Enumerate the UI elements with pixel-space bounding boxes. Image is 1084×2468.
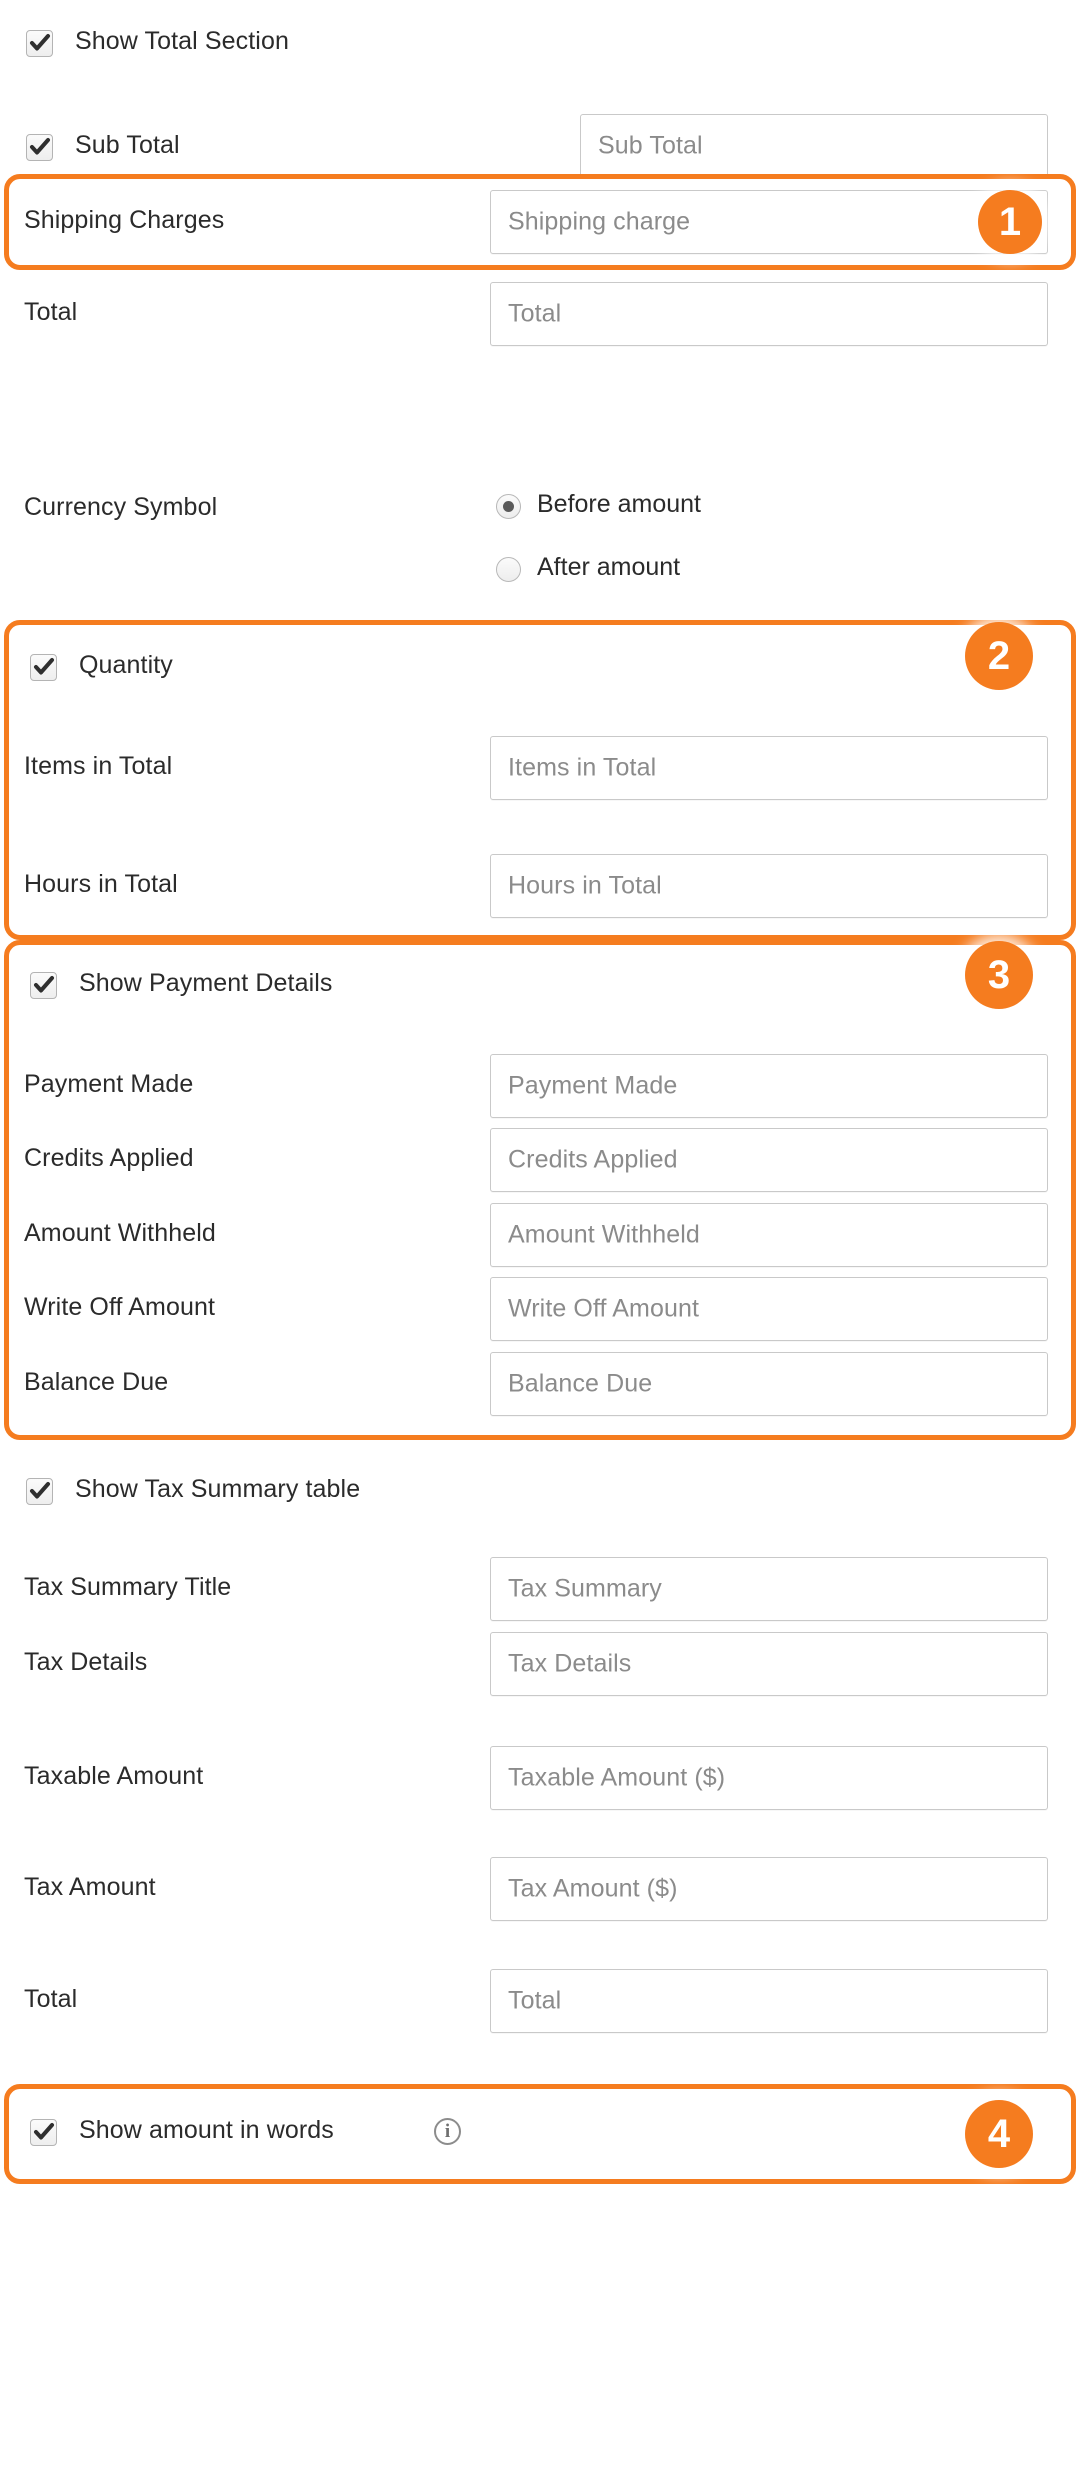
input-total-placeholder: Total [508,299,562,328]
check-icon [34,976,54,993]
input-hours-in-total-placeholder: Hours in Total [508,871,662,900]
input-amount-withheld[interactable]: Amount Withheld [490,1203,1048,1267]
input-shipping-charges[interactable]: Shipping charge [490,190,1048,254]
label-tax-summary-total: Total [24,1985,78,2013]
input-tax-amount[interactable]: Tax Amount ($) [490,1857,1048,1921]
annotation-badge-2: 2 [965,622,1033,690]
checkbox-show-total-section[interactable] [26,30,53,57]
input-tax-summary-title[interactable]: Tax Summary [490,1557,1048,1621]
info-icon-glyph: i [444,2121,451,2142]
label-tax-summary-title: Tax Summary Title [24,1573,232,1601]
label-items-in-total: Items in Total [24,752,173,780]
input-tax-summary-total[interactable]: Total [490,1969,1048,2033]
label-balance-due: Balance Due [24,1368,169,1396]
input-taxable-amount-placeholder: Taxable Amount ($) [508,1763,726,1792]
input-sub-total[interactable]: Sub Total [580,114,1048,178]
label-write-off-amount: Write Off Amount [24,1293,216,1321]
checkbox-show-amount-in-words[interactable] [30,2119,57,2146]
label-show-payment-details: Show Payment Details [79,969,333,997]
input-tax-details[interactable]: Tax Details [490,1632,1048,1696]
label-sub-total: Sub Total [75,131,180,159]
label-show-tax-summary-table: Show Tax Summary table [75,1475,361,1503]
label-taxable-amount: Taxable Amount [24,1762,204,1790]
input-balance-due[interactable]: Balance Due [490,1352,1048,1416]
label-before-amount: Before amount [537,490,701,518]
input-tax-amount-placeholder: Tax Amount ($) [508,1874,678,1903]
annotation-badge-3: 3 [965,941,1033,1009]
input-credits-applied[interactable]: Credits Applied [490,1128,1048,1192]
label-hours-in-total: Hours in Total [24,870,178,898]
checkbox-quantity[interactable] [30,654,57,681]
invoice-total-settings-panel: Show Total Section Sub Total Sub Total S… [0,0,1084,2468]
input-credits-applied-placeholder: Credits Applied [508,1145,678,1174]
label-after-amount: After amount [537,553,681,581]
input-tax-summary-total-placeholder: Total [508,1986,562,2015]
label-tax-amount: Tax Amount [24,1873,156,1901]
input-taxable-amount[interactable]: Taxable Amount ($) [490,1746,1048,1810]
label-tax-details: Tax Details [24,1648,148,1676]
label-total: Total [24,298,78,326]
input-hours-in-total[interactable]: Hours in Total [490,854,1048,918]
radio-before-amount[interactable] [496,494,521,519]
input-write-off-amount[interactable]: Write Off Amount [490,1277,1048,1341]
label-payment-made: Payment Made [24,1070,194,1098]
check-icon [30,1482,50,1499]
annotation-badge-4: 4 [965,2100,1033,2168]
check-icon [30,34,50,51]
checkbox-show-payment-details[interactable] [30,972,57,999]
label-amount-withheld: Amount Withheld [24,1219,216,1247]
label-shipping-charges: Shipping Charges [24,206,225,234]
input-items-in-total[interactable]: Items in Total [490,736,1048,800]
checkbox-show-tax-summary-table[interactable] [26,1478,53,1505]
input-shipping-charges-placeholder: Shipping charge [508,207,691,236]
input-sub-total-placeholder: Sub Total [598,131,703,160]
label-quantity: Quantity [79,651,173,679]
check-icon [34,2123,54,2140]
info-icon[interactable]: i [434,2118,461,2145]
label-show-amount-in-words: Show amount in words [79,2116,334,2144]
check-icon [34,658,54,675]
label-show-total-section: Show Total Section [75,27,289,55]
input-tax-summary-title-placeholder: Tax Summary [508,1574,662,1603]
input-write-off-amount-placeholder: Write Off Amount [508,1294,700,1323]
input-tax-details-placeholder: Tax Details [508,1649,632,1678]
annotation-badge-1: 1 [978,190,1042,254]
check-icon [30,138,50,155]
input-total[interactable]: Total [490,282,1048,346]
radio-after-amount[interactable] [496,557,521,582]
label-credits-applied: Credits Applied [24,1144,194,1172]
input-payment-made[interactable]: Payment Made [490,1054,1048,1118]
checkbox-sub-total[interactable] [26,134,53,161]
input-balance-due-placeholder: Balance Due [508,1369,653,1398]
input-amount-withheld-placeholder: Amount Withheld [508,1220,700,1249]
label-currency-symbol: Currency Symbol [24,493,218,521]
input-payment-made-placeholder: Payment Made [508,1071,678,1100]
input-items-in-total-placeholder: Items in Total [508,753,657,782]
